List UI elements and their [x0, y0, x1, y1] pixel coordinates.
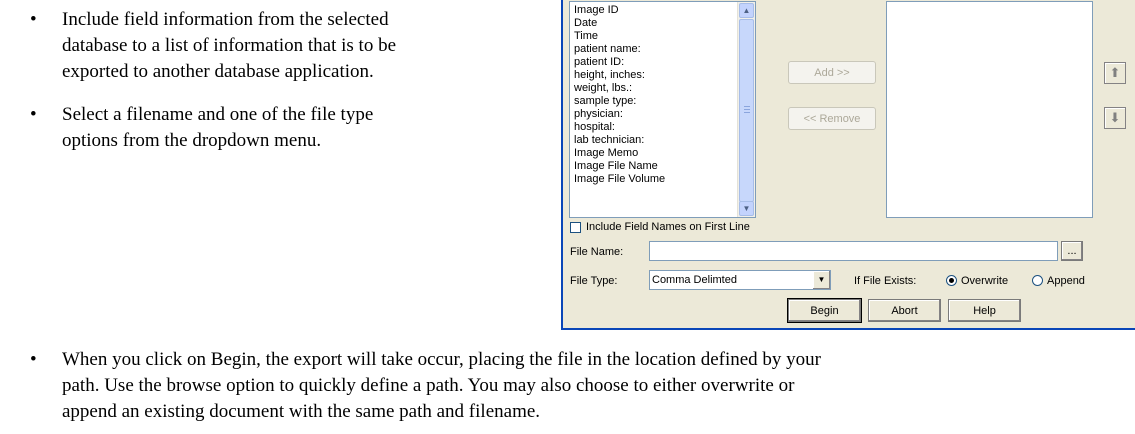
bullet-line: exported to another database application… [62, 61, 374, 82]
arrow-up-icon: ⬆ [1109, 65, 1121, 80]
chevron-down-icon: ▼ [817, 275, 826, 284]
list-item[interactable]: Image ID [574, 4, 619, 17]
if-file-exists-label: If File Exists: [854, 275, 917, 287]
bullet-select-filename: • Select a filename and one of the file … [30, 102, 550, 156]
arrow-down-icon: ⬇ [1109, 110, 1121, 125]
list-item[interactable]: Time [574, 30, 598, 43]
list-item[interactable]: patient name: [574, 43, 641, 56]
bullet-begin-export: • When you click on Begin, the export wi… [30, 347, 1130, 427]
bullet-line: Select a filename and one of the file ty… [62, 104, 374, 125]
list-item[interactable]: weight, lbs.: [574, 82, 632, 95]
bullet-dot: • [30, 9, 37, 30]
grip-line [744, 109, 750, 110]
bullet-dot: • [30, 104, 37, 125]
file-name-label: File Name: [570, 246, 624, 258]
chevron-down-icon: ▼ [742, 203, 751, 213]
abort-button[interactable]: Abort [868, 299, 941, 322]
chevron-up-icon: ▲ [742, 5, 751, 15]
list-item[interactable]: Image File Name [574, 160, 658, 173]
remove-button[interactable]: << Remove [788, 107, 876, 130]
bullet-include-fields: • Include field information from the sel… [30, 7, 550, 87]
bullet-line: Include field information from the selec… [62, 9, 389, 30]
file-type-value: Comma Delimted [652, 274, 737, 286]
help-button[interactable]: Help [948, 299, 1021, 322]
list-item[interactable]: physician: [574, 108, 623, 121]
append-label[interactable]: Append [1047, 275, 1085, 287]
bullet-line: path. Use the browse option to quickly d… [62, 375, 795, 396]
bullet-line: append an existing document with the sam… [62, 401, 541, 422]
file-type-select[interactable]: Comma Delimted ▼ [649, 270, 831, 290]
move-up-button[interactable]: ⬆ [1104, 62, 1126, 84]
include-field-names-label[interactable]: Include Field Names on First Line [586, 221, 750, 233]
overwrite-label[interactable]: Overwrite [961, 275, 1008, 287]
append-radio[interactable] [1032, 275, 1043, 286]
bullet-line: options from the dropdown menu. [62, 130, 322, 151]
list-item[interactable]: hospital: [574, 121, 615, 134]
selected-fields-list[interactable] [886, 1, 1093, 218]
list-item[interactable]: lab technician: [574, 134, 644, 147]
begin-button[interactable]: Begin [788, 299, 861, 322]
list-item[interactable]: Image File Volume [574, 173, 665, 186]
list-item[interactable]: sample type: [574, 95, 636, 108]
scroll-down-button[interactable]: ▼ [739, 201, 754, 216]
list-item[interactable]: height, inches: [574, 69, 645, 82]
file-type-label: File Type: [570, 275, 618, 287]
export-dialog: Image ID Date Time patient name: patient… [561, 0, 1135, 330]
dropdown-button[interactable]: ▼ [813, 271, 830, 289]
available-fields-scrollbar[interactable]: ▲ ▼ [737, 2, 755, 217]
file-name-input[interactable] [649, 241, 1058, 261]
list-item[interactable]: Image Memo [574, 147, 638, 160]
include-field-names-checkbox[interactable] [570, 222, 581, 233]
list-item[interactable]: Date [574, 17, 597, 30]
browse-button[interactable]: ... [1061, 241, 1083, 261]
scroll-thumb[interactable] [739, 19, 754, 202]
scroll-up-button[interactable]: ▲ [739, 3, 754, 18]
grip-line [744, 106, 750, 107]
move-down-button[interactable]: ⬇ [1104, 107, 1126, 129]
add-button[interactable]: Add >> [788, 61, 876, 84]
list-item[interactable]: patient ID: [574, 56, 624, 69]
bullet-line: database to a list of information that i… [62, 35, 397, 56]
bullet-line: When you click on Begin, the export will… [62, 349, 822, 370]
available-fields-list[interactable]: Image ID Date Time patient name: patient… [569, 1, 756, 218]
bullet-dot: • [30, 349, 37, 370]
grip-line [744, 112, 750, 113]
overwrite-radio[interactable] [946, 275, 957, 286]
